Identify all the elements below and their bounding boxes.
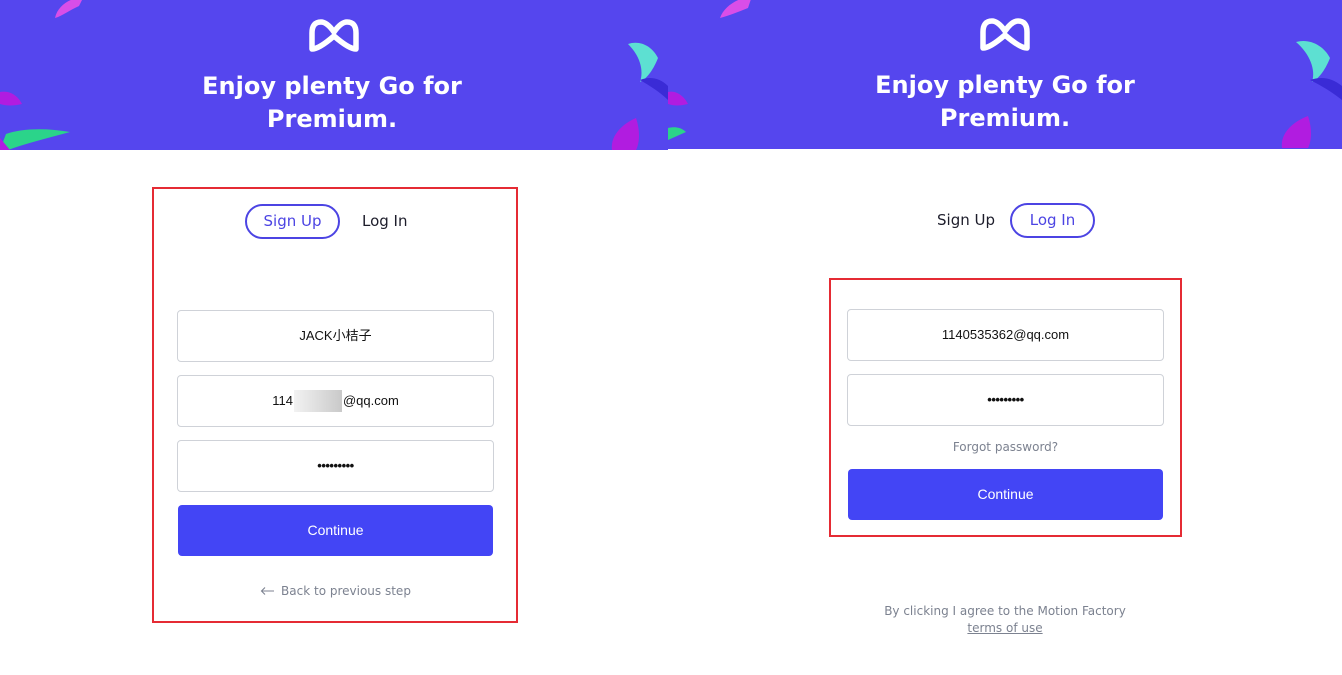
hero-headline-line2: Premium. — [266, 105, 398, 133]
hero-banner: Enjoy plenty Go for Premium. — [668, 0, 1342, 149]
terms-of-use-link[interactable]: terms of use — [668, 620, 1342, 637]
email-suffix: @qq.com — [342, 393, 399, 408]
terms-notice: By clicking I agree to the Motion Factor… — [668, 603, 1342, 637]
motion-factory-logo-icon — [309, 19, 359, 52]
hero-banner: Enjoy plenty Go for Premium. — [0, 0, 668, 150]
password-mask: ••••••••• — [987, 392, 1024, 407]
hero-headline-line2: Premium. — [939, 104, 1071, 132]
motion-factory-logo-icon — [980, 18, 1030, 51]
arrow-left-icon — [260, 587, 275, 595]
tab-sign-up[interactable]: Sign Up — [937, 203, 995, 238]
tab-log-in[interactable]: Log In — [1010, 203, 1095, 238]
terms-text: By clicking I agree to the Motion Factor… — [884, 604, 1126, 618]
email-field[interactable]: 1140535362@qq.com — [847, 309, 1164, 361]
back-link[interactable]: Back to previous step — [177, 584, 494, 599]
tab-log-in[interactable]: Log In — [362, 204, 408, 239]
hero-headline: Enjoy plenty Go for Premium. — [0, 70, 666, 136]
password-field[interactable]: ••••••••• — [177, 440, 494, 492]
signup-panel: Enjoy plenty Go for Premium. Sign Up Log… — [0, 0, 668, 675]
password-mask: ••••••••• — [317, 458, 354, 473]
name-field-value: JACK小桔子 — [299, 328, 372, 343]
password-field[interactable]: ••••••••• — [847, 374, 1164, 426]
hero-headline: Enjoy plenty Go for Premium. — [668, 69, 1342, 135]
email-prefix: 114 — [272, 393, 293, 408]
email-field[interactable]: 114 @qq.com — [177, 375, 494, 427]
back-link-label: Back to previous step — [281, 584, 411, 598]
hero-headline-line1: Enjoy plenty Go for — [202, 72, 462, 100]
redacted-block — [293, 389, 342, 412]
email-field-value: 1140535362@qq.com — [941, 327, 1070, 342]
name-field[interactable]: JACK小桔子 — [177, 310, 494, 362]
hero-headline-line1: Enjoy plenty Go for — [875, 71, 1135, 99]
continue-button[interactable]: Continue — [848, 469, 1163, 520]
forgot-password-link[interactable]: Forgot password? — [847, 440, 1164, 454]
tab-sign-up[interactable]: Sign Up — [245, 204, 340, 239]
login-panel: Enjoy plenty Go for Premium. Sign Up Log… — [668, 0, 1342, 675]
continue-button[interactable]: Continue — [178, 505, 493, 556]
